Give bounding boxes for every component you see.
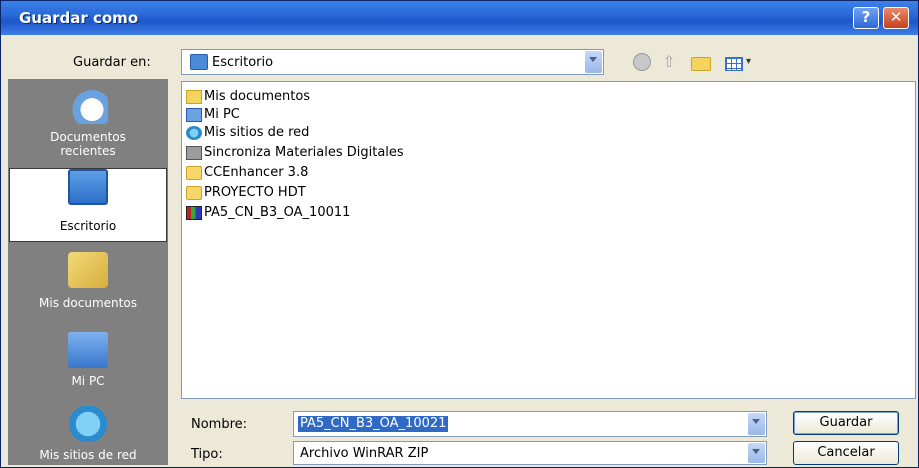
save-in-label: Guardar en: xyxy=(73,55,151,70)
place-label: Documentos recientes xyxy=(50,130,126,158)
recent-documents-icon xyxy=(68,88,108,124)
my-documents-icon xyxy=(186,89,202,104)
place-label: Mis sitios de red xyxy=(39,448,137,462)
file-name: Sincroniza Materiales Digitales xyxy=(204,145,404,160)
my-computer-icon xyxy=(186,107,202,122)
place-label: Mis documentos xyxy=(39,296,137,310)
file-name: Mis sitios de red xyxy=(204,125,310,140)
new-folder-icon[interactable] xyxy=(691,57,711,71)
file-name: PROYECTO HDT xyxy=(204,185,306,200)
views-caret-icon[interactable]: ▾ xyxy=(746,56,754,67)
network-places-icon xyxy=(186,125,202,140)
folder-icon xyxy=(186,185,202,200)
network-places-icon xyxy=(68,406,108,442)
file-name: CCEnhancer 3.8 xyxy=(204,165,309,180)
close-button[interactable]: ✕ xyxy=(883,7,909,29)
save-as-dialog: Guardar como ? ✕ Guardar en: Escritorio … xyxy=(0,0,919,468)
chevron-down-icon[interactable] xyxy=(748,443,765,463)
list-item[interactable]: PROYECTO HDT xyxy=(186,184,306,202)
place-label: Mi PC xyxy=(71,374,105,388)
list-item[interactable]: Mi PC xyxy=(186,106,240,124)
title-bar[interactable]: Guardar como ? ✕ xyxy=(1,1,918,35)
list-item[interactable]: Mis sitios de red xyxy=(186,124,309,142)
save-button[interactable]: Guardar xyxy=(793,411,899,435)
save-in-value: Escritorio xyxy=(212,55,274,70)
my-documents-icon xyxy=(68,252,108,288)
file-list[interactable]: Mis documentos Mi PC Mis sitios de red S… xyxy=(181,81,916,399)
file-type-value: Archivo WinRAR ZIP xyxy=(300,446,429,461)
chevron-down-icon[interactable] xyxy=(585,51,602,73)
place-label: Escritorio xyxy=(59,219,117,233)
list-item[interactable]: Mis documentos xyxy=(186,88,310,106)
file-name: Mi PC xyxy=(204,107,240,122)
folder-icon xyxy=(186,165,202,180)
file-name-input[interactable]: PA5_CN_B3_OA_10021 xyxy=(293,411,767,437)
sync-shortcut-icon xyxy=(186,145,202,160)
list-item[interactable]: PA5_CN_B3_OA_10011 xyxy=(186,204,350,222)
file-type-select[interactable]: Archivo WinRAR ZIP xyxy=(293,441,767,465)
winrar-archive-icon xyxy=(186,205,202,220)
up-folder-icon[interactable]: ⇧ xyxy=(661,53,677,71)
save-in-dropdown[interactable]: Escritorio xyxy=(181,49,604,75)
places-bar: Documentos recientes Escritorio Mis docu… xyxy=(8,79,168,465)
place-my-computer[interactable]: Mi PC xyxy=(9,332,167,388)
cancel-button[interactable]: Cancelar xyxy=(793,441,899,465)
list-item[interactable]: CCEnhancer 3.8 xyxy=(186,164,308,182)
file-name-label: Nombre: xyxy=(191,417,248,432)
list-item[interactable]: Sincroniza Materiales Digitales xyxy=(186,144,404,162)
place-my-documents[interactable]: Mis documentos xyxy=(9,252,167,310)
help-button[interactable]: ? xyxy=(853,7,879,29)
file-type-label: Tipo: xyxy=(191,447,223,462)
chevron-down-icon[interactable] xyxy=(748,413,765,435)
place-desktop[interactable]: Escritorio xyxy=(9,168,167,242)
views-menu-icon[interactable] xyxy=(725,57,743,71)
file-name-value[interactable]: PA5_CN_B3_OA_10021 xyxy=(298,416,449,432)
back-icon[interactable] xyxy=(633,53,651,71)
file-name: Mis documentos xyxy=(204,89,311,104)
my-computer-icon xyxy=(68,332,108,368)
dialog-title: Guardar como xyxy=(19,9,139,27)
place-network-places[interactable]: Mis sitios de red xyxy=(9,406,167,462)
place-recent-documents[interactable]: Documentos recientes xyxy=(9,88,167,158)
desktop-icon xyxy=(68,169,108,205)
desktop-icon xyxy=(190,54,208,70)
file-name: PA5_CN_B3_OA_10011 xyxy=(204,205,351,220)
